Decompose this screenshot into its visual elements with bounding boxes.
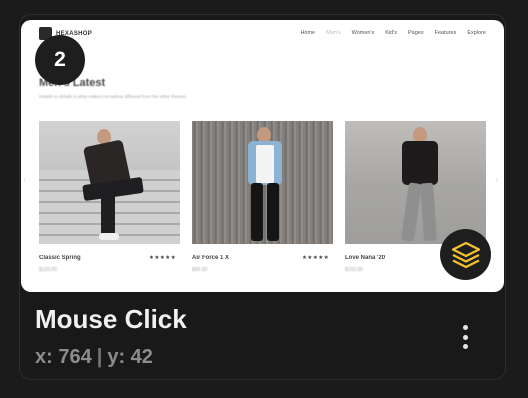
step-number-badge: 2 [35, 35, 85, 85]
layers-icon [451, 241, 480, 268]
product-name: Air Force 1 X [192, 255, 230, 261]
nav-item-mens: Men's [326, 30, 341, 36]
x-coordinate: x: 764 [35, 346, 92, 368]
product-price: $150.00 [345, 267, 364, 273]
nav-item-kids: Kid's [385, 30, 398, 36]
screenshot-thumbnail[interactable]: HEXASHOP Home Men's Women's Kid's Pages … [21, 20, 504, 292]
coordinate-separator: | [96, 346, 103, 368]
click-coordinates: x: 764 | y: 42 [35, 346, 153, 369]
carousel-next-icon: › [495, 175, 499, 186]
y-coordinate: y: 42 [107, 346, 153, 368]
product-name: Classic Spring [39, 255, 81, 261]
section-subtitle: Details to details is what makes Hexasho… [39, 94, 188, 99]
nav-item-womens: Women's [351, 30, 375, 36]
product-price: $120.00 [39, 267, 58, 273]
product-image [39, 121, 180, 244]
site-nav: Home Men's Women's Kid's Pages Features … [300, 30, 486, 36]
product-image [345, 121, 486, 244]
product-name: Love Nana '20 [345, 255, 386, 261]
nav-item-features: Features [434, 30, 457, 36]
layers-button[interactable] [440, 229, 491, 280]
nav-item-pages: Pages [408, 30, 424, 36]
more-vertical-icon [462, 325, 468, 330]
product-rating: ★★★★★ [149, 255, 177, 261]
more-options-button[interactable] [452, 322, 478, 352]
product-image [192, 121, 333, 244]
product-price: $90.00 [192, 267, 208, 273]
nav-item-explore: Explore [467, 30, 486, 36]
action-title: Mouse Click [35, 304, 187, 334]
nav-item-home: Home [300, 30, 316, 36]
carousel-prev-icon: ‹ [23, 175, 27, 186]
product-rating: ★★★★★ [302, 255, 330, 261]
